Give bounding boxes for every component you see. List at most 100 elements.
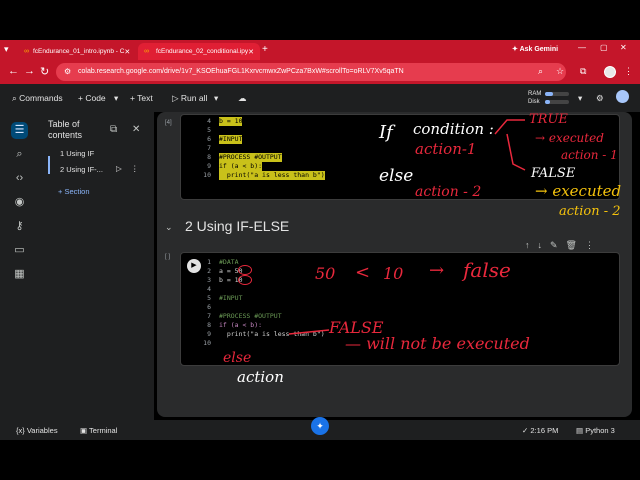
- tab-conditional-notebook[interactable]: ∞ fcEndurance_02_conditional.ipy ✕: [138, 43, 260, 60]
- code-line: #DATA: [219, 258, 239, 266]
- notebook-area: [4] 4 b = 10 5 6 #INPUT 7 8 #PROCESS #OUTPU…: [157, 112, 632, 417]
- section-menu-icon[interactable]: ⋮: [131, 164, 139, 173]
- add-code-button[interactable]: + Code: [78, 93, 106, 103]
- code-snippets-icon[interactable]: ‹›: [11, 170, 28, 187]
- annotation-action-1b: action - 1: [561, 148, 618, 162]
- cell-execution-count: [ ]: [165, 254, 171, 260]
- annotation-circle-b: [238, 275, 252, 285]
- commands-button[interactable]: ⌕ Commands: [12, 93, 63, 104]
- close-tab-icon[interactable]: ✕: [248, 48, 254, 56]
- code-dropdown-icon[interactable]: ▾: [114, 93, 118, 104]
- run-all-dropdown-icon[interactable]: ▾: [214, 93, 218, 104]
- annotation-if: If: [379, 122, 393, 143]
- tab-title: fcEndurance_01_intro.ipynb - C: [33, 48, 125, 55]
- open-in-tab-icon[interactable]: ⧉: [110, 124, 117, 135]
- runtime-label: Python 3: [585, 426, 615, 435]
- toc-item-using-if[interactable]: 1 Using IF: [60, 149, 94, 158]
- close-tab-icon[interactable]: ✕: [124, 48, 130, 56]
- add-text-button[interactable]: + Text: [130, 93, 153, 103]
- tab-list-icon[interactable]: ▾: [4, 44, 9, 55]
- code-editor[interactable]: 4 b = 10 5 6 #INPUT 7 8 #PROCESS #OUTPUT 9i…: [189, 117, 349, 197]
- collapse-section-chevron-icon[interactable]: ⌄: [165, 222, 173, 233]
- line-number: 8: [207, 321, 211, 329]
- runtime-dropdown-icon[interactable]: ▾: [578, 93, 582, 104]
- annotation-10: 10: [383, 264, 404, 283]
- variables-button[interactable]: {x} Variables: [16, 426, 58, 435]
- new-tab-button[interactable]: +: [262, 44, 268, 55]
- ask-gemini-button[interactable]: ✦ Ask Gemini: [512, 45, 558, 53]
- code-line: if (a < b):: [219, 321, 263, 329]
- find-replace-icon[interactable]: ⌕: [11, 146, 28, 163]
- secrets-key-icon[interactable]: ⚷: [11, 218, 28, 235]
- extensions-icon[interactable]: ⧉: [580, 66, 586, 77]
- tab-intro-notebook[interactable]: ∞ fcEndurance_01_intro.ipynb - C ✕: [18, 43, 136, 60]
- zoom-icon[interactable]: ⌕: [538, 66, 543, 77]
- cell-execution-count: [4]: [165, 120, 172, 126]
- line-number: 9: [207, 330, 211, 338]
- screen: ▾ ∞ fcEndurance_01_intro.ipynb - C ✕ ∞ f…: [0, 0, 640, 480]
- terminal-icon: ▣: [80, 426, 88, 435]
- code-line: #PROCESS #OUTPUT: [219, 312, 282, 320]
- terminal-button[interactable]: ▣ Terminal: [80, 426, 117, 435]
- forward-icon[interactable]: →: [24, 65, 35, 77]
- delete-icon[interactable]: 🗑: [566, 240, 577, 250]
- line-number: 2: [207, 267, 211, 275]
- move-down-icon[interactable]: ↓: [538, 240, 543, 250]
- cell-more-icon[interactable]: ⋮: [585, 240, 594, 250]
- edit-icon[interactable]: ✎: [550, 240, 558, 250]
- maximize-icon[interactable]: ▢: [600, 43, 608, 52]
- browser-menu-icon[interactable]: ⋮: [624, 66, 633, 77]
- close-window-icon[interactable]: ✕: [620, 43, 627, 52]
- gemini-fab-button[interactable]: ✦: [311, 417, 329, 435]
- search-icon: ⌕: [12, 93, 17, 103]
- files-folder-icon[interactable]: ▭: [11, 242, 28, 259]
- url-text: colab.research.google.com/drive/1v7_KSOE…: [78, 68, 404, 75]
- line-number: 6: [207, 135, 211, 143]
- run-section-icon[interactable]: ▷: [116, 164, 122, 173]
- close-panel-icon[interactable]: ✕: [132, 124, 140, 135]
- annotation-action-1: action-1: [415, 140, 477, 158]
- table-of-contents-icon[interactable]: ☰: [11, 122, 28, 139]
- ram-usage-bar: [545, 92, 569, 96]
- colab-toolbar: ⌕ Commands + Code ▾ + Text ▷ Run all ▾ ☁…: [0, 84, 640, 112]
- execution-status[interactable]: ✓ 2:16 PM: [522, 426, 558, 435]
- annotation-action-2: action - 2: [415, 184, 482, 200]
- toc-selection-indicator: [48, 156, 50, 174]
- move-up-icon[interactable]: ↑: [525, 240, 530, 250]
- account-avatar[interactable]: [616, 90, 629, 103]
- add-section-button[interactable]: + Section: [58, 187, 90, 196]
- annotation-arrow: →: [429, 260, 445, 281]
- data-table-icon[interactable]: ▦: [11, 266, 28, 283]
- runtime-indicator[interactable]: ▤ Python 3: [576, 426, 615, 435]
- annotation-true: TRUE: [529, 112, 568, 127]
- run-all-button[interactable]: ▷ Run all: [172, 93, 207, 104]
- annotation-circle-a: [238, 265, 252, 275]
- drive-save-icon[interactable]: ☁: [238, 93, 247, 104]
- address-bar[interactable]: ⚙ colab.research.google.com/drive/1v7_KS…: [56, 63, 566, 81]
- toc-title-line1: Table of: [48, 119, 80, 129]
- code-line: b = 10: [219, 117, 243, 126]
- annotation-executed-1: → executed: [535, 131, 604, 145]
- site-info-icon[interactable]: ⚙: [64, 67, 71, 76]
- tab-title: fcEndurance_02_conditional.ipy: [155, 48, 249, 55]
- side-rail: ☰ ⌕ ‹› ◉ ⚷ ▭ ▦: [0, 112, 38, 420]
- browser-toolbar: ← → ↻ ⚙ colab.research.google.com/drive/…: [0, 60, 640, 84]
- variables-label: Variables: [26, 426, 58, 435]
- disk-usage-fill: [545, 100, 550, 104]
- bookmark-icon[interactable]: ☆: [556, 66, 564, 77]
- annotation-will-not-be-executed: — will not be executed: [345, 334, 530, 353]
- annotation-else-code: else: [223, 350, 252, 366]
- profile-avatar[interactable]: [604, 66, 616, 78]
- line-number: 3: [207, 276, 211, 284]
- ask-gemini-label: Ask Gemini: [519, 46, 559, 53]
- annotation-50: 50: [315, 264, 336, 283]
- back-icon[interactable]: ←: [8, 65, 19, 77]
- toc-item-using-if-else[interactable]: 2 Using IF-...: [60, 165, 103, 174]
- minimize-icon[interactable]: —: [578, 43, 586, 52]
- annotation-false: FALSE: [531, 166, 576, 181]
- resource-monitor[interactable]: RAM Disk: [528, 90, 541, 106]
- reload-icon[interactable]: ↻: [40, 65, 49, 78]
- variables-icon[interactable]: ◉: [11, 194, 28, 211]
- annotation-false-result: false: [463, 258, 511, 282]
- settings-gear-icon[interactable]: ⚙: [596, 93, 604, 104]
